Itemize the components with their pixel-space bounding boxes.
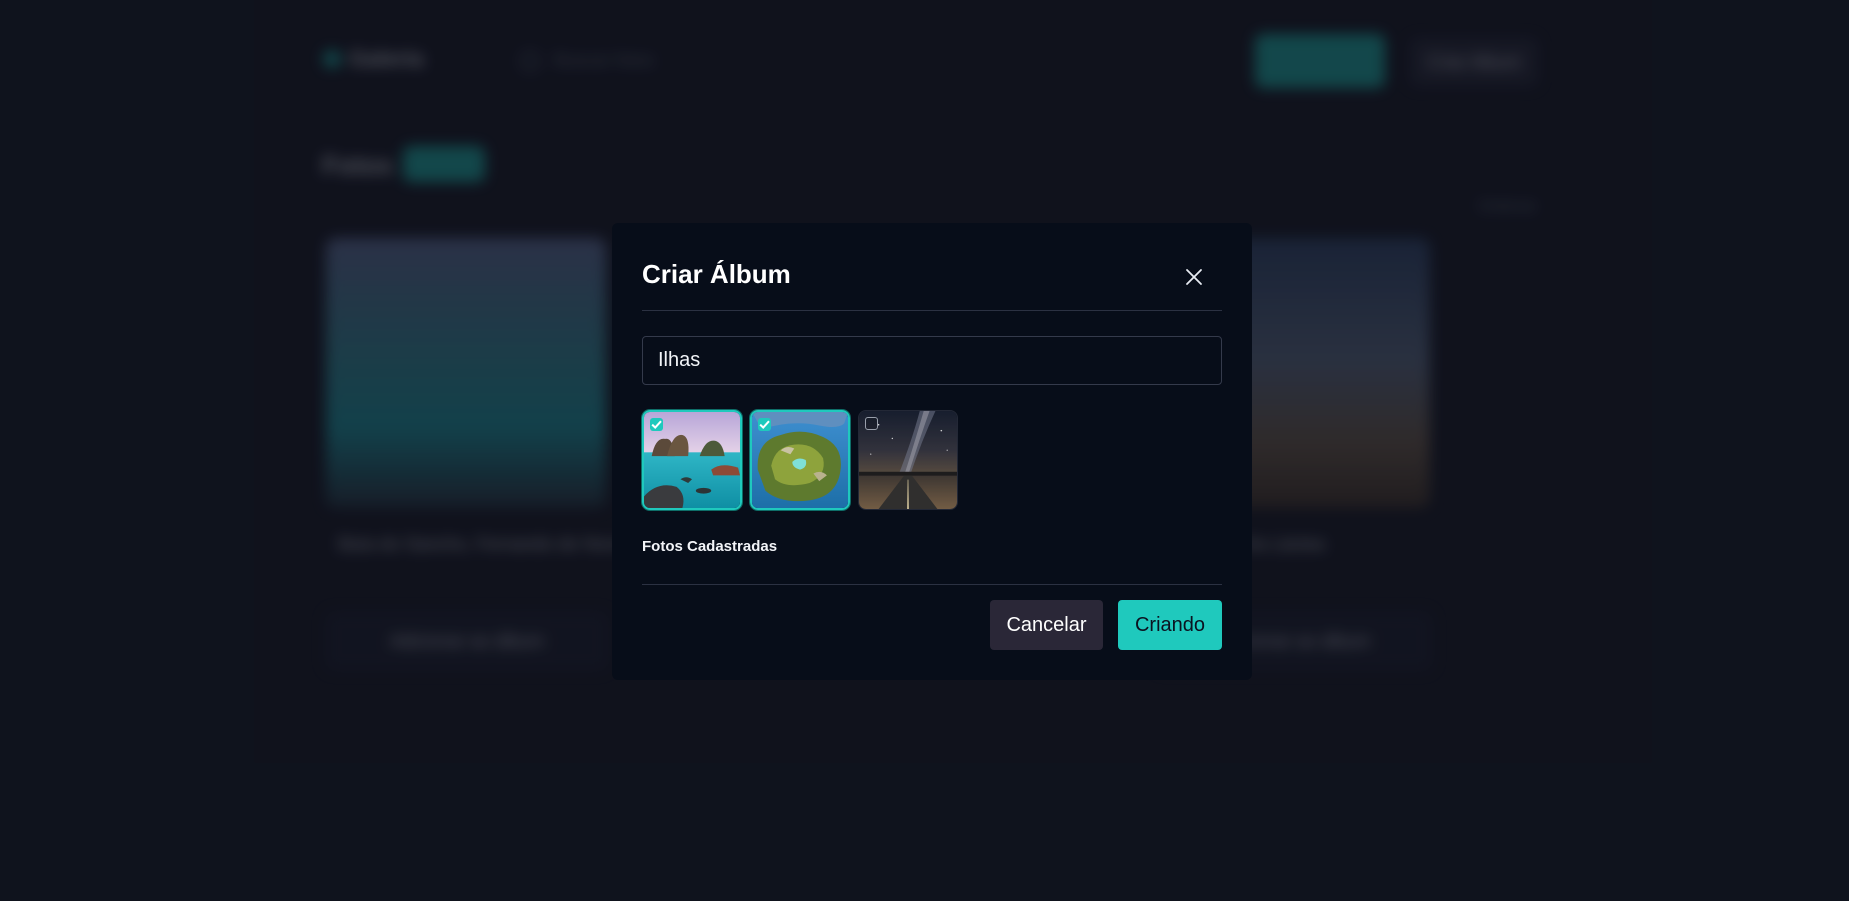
- cancel-button[interactable]: Cancelar: [990, 600, 1103, 650]
- photo-island-lagoon[interactable]: [750, 410, 850, 510]
- photo-islands-rocks[interactable]: [642, 410, 742, 510]
- checkbox-unchecked-icon[interactable]: [865, 417, 878, 430]
- header-divider: [642, 310, 1222, 311]
- checkbox-checked-icon[interactable]: [758, 418, 771, 431]
- modal-title: Criar Álbum: [642, 259, 791, 289]
- close-button[interactable]: [1182, 265, 1206, 289]
- album-name-input[interactable]: [642, 336, 1222, 385]
- photo-milky-way-road[interactable]: [858, 410, 958, 510]
- close-icon: [1186, 269, 1202, 285]
- create-album-button[interactable]: Criando: [1118, 600, 1222, 650]
- create-album-modal: Criar Álbum Ilhas Fotos Cadastradas Canc…: [612, 223, 1252, 680]
- checkbox-checked-icon[interactable]: [650, 418, 663, 431]
- registered-photos-label: Fotos Cadastradas: [642, 538, 778, 555]
- photo-grid: [642, 410, 958, 510]
- footer-divider: [642, 584, 1222, 585]
